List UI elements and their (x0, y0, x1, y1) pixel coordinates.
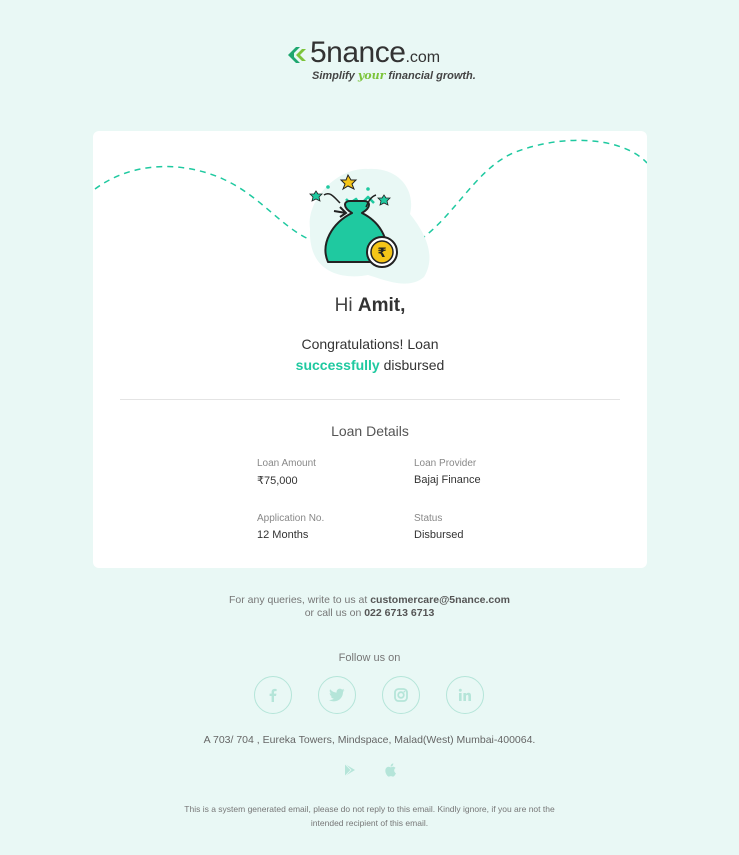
brand-tagline: Simplify your financial growth. (312, 69, 476, 82)
twitter-icon (329, 688, 345, 702)
instagram-button[interactable] (382, 676, 420, 714)
greeting: Hi Amit, (334, 295, 406, 316)
linkedin-icon (458, 688, 471, 701)
twitter-button[interactable] (318, 676, 356, 714)
facebook-icon (269, 688, 277, 702)
detail-loan-provider: Loan Provider Bajaj Finance (414, 458, 481, 486)
office-address: A 703/ 704 , Eureka Towers, Mindspace, M… (203, 734, 536, 746)
support-email-link[interactable]: customercare@5nance.com (370, 594, 510, 606)
loan-card: ₹ Hi Amit, Congratulations! Loan success… (93, 131, 647, 568)
facebook-button[interactable] (254, 676, 292, 714)
follow-us-label: Follow us on (338, 652, 401, 664)
instagram-icon (394, 688, 408, 702)
support-phone-link[interactable]: 022 6713 6713 (364, 607, 434, 619)
loan-details-title: Loan Details (331, 423, 409, 439)
contact-info: For any queries, write to us at customer… (228, 594, 511, 619)
detail-application-no: Application No. 12 Months (257, 513, 325, 541)
brand-logo[interactable]: 5nance.com Simplify your financial growt… (286, 36, 476, 86)
brand-name: 5nance.com (310, 36, 441, 69)
google-play-icon[interactable] (343, 763, 357, 777)
apple-icon[interactable] (384, 763, 398, 777)
divider (120, 399, 620, 400)
linkedin-button[interactable] (446, 676, 484, 714)
detail-status: Status Disbursed (414, 513, 464, 541)
svg-text:₹: ₹ (377, 246, 386, 261)
disclaimer: This is a system generated email, please… (184, 804, 555, 828)
user-name: Amit, (357, 295, 406, 316)
logo-chevron-icon (288, 47, 306, 63)
detail-loan-amount: Loan Amount ₹75,000 (257, 458, 316, 487)
congratulations-message: Congratulations! Loan successfully disbu… (295, 336, 445, 373)
money-bag-illustration: ₹ (309, 168, 430, 284)
